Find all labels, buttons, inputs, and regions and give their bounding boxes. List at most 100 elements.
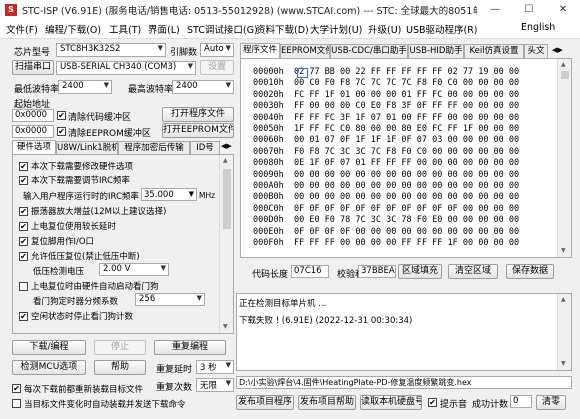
- scroll-thumb[interactable]: [561, 71, 569, 79]
- hex-bytes[interactable]: FF 00 00 00 C0 E0 F8 3F 0F FF FF 00 00 0…: [294, 101, 519, 111]
- menu-tools[interactable]: 工具(T): [109, 22, 141, 36]
- menu-english[interactable]: English: [521, 22, 555, 33]
- repeat-delay-select[interactable]: 3 秒 ▼: [196, 360, 234, 374]
- stop-button[interactable]: 停止: [94, 340, 146, 355]
- publish-project-button[interactable]: 发布项目程序: [236, 395, 294, 410]
- option-checkbox[interactable]: ✔: [19, 162, 28, 171]
- hex-row[interactable]: 000D0h 00 E0 F0 78 7C 3C 3C 78 F0 E0 00 …: [253, 215, 519, 226]
- scroll-up-icon[interactable]: ▲: [561, 296, 566, 303]
- hex-row[interactable]: 00040h FF FF FC 3F 1F 07 01 00 FF FF 00 …: [253, 113, 519, 124]
- hex-row[interactable]: 00060h 00 01 07 0F 1F 1F 1F 0F 07 03 00 …: [253, 135, 519, 146]
- tab-header-file[interactable]: 头文: [524, 44, 548, 58]
- read-disk-serial-button[interactable]: 读取本机硬盘号: [360, 395, 422, 410]
- hex-bytes[interactable]: 0F 0F 0F 0F 0F 0F 0F 0F 0F 0F 0F 00 00 0…: [294, 204, 519, 214]
- scroll-down-icon[interactable]: ▼: [223, 323, 228, 330]
- hex-bytes[interactable]: 1F FF FC C0 80 00 00 80 E0 FC FF 1F 00 0…: [294, 124, 519, 134]
- hex-row[interactable]: 000A0h 00 00 00 00 00 00 00 00 00 00 00 …: [253, 181, 519, 192]
- option-checkbox[interactable]: ✔: [19, 222, 28, 231]
- chip-select[interactable]: STC8H3K32S2 ▼: [56, 43, 166, 57]
- tab-usb-cdc[interactable]: USB-CDC/串口助手: [330, 44, 408, 58]
- tab-eeprom-file[interactable]: EEPROM文件: [280, 44, 330, 58]
- tab-keil-settings[interactable]: Keil仿真设置: [464, 44, 524, 58]
- hex-row[interactable]: 000B0h 00 00 00 00 00 00 00 00 00 00 00 …: [253, 192, 519, 203]
- hex-row[interactable]: 00020h FC FF 1F 01 00 00 00 01 FF FC 00 …: [253, 90, 519, 101]
- hex-bytes[interactable]: FF FF FC 3F 1F 07 01 00 FF FF 00 00 00 0…: [294, 113, 519, 123]
- publish-help-button[interactable]: 发布项目帮助: [298, 395, 356, 410]
- maximize-button[interactable]: ☐: [512, 0, 546, 20]
- file-path-field[interactable]: D:\小实验\焊台\4.固件\HeatingPlate-PD-修复温度频繁跳变.…: [236, 376, 572, 389]
- option-checkbox[interactable]: ✔: [19, 237, 28, 246]
- scroll-up-icon[interactable]: ▲: [561, 61, 566, 68]
- clear-code-checkbox[interactable]: ✔: [57, 111, 66, 120]
- hex-row[interactable]: 00030h FF 00 00 00 C0 E0 F8 3F 0F FF FF …: [253, 101, 519, 112]
- lvd-select[interactable]: 2.00 V ▼: [99, 263, 169, 276]
- hex-bytes[interactable]: 0E 1F 0F 07 01 FF FF FF 00 00 00 00 00 0…: [294, 158, 519, 168]
- hex-view[interactable]: 00000h 02 77 BB 00 22 FF FF FF FF FF 02 …: [240, 58, 572, 258]
- save-data-button[interactable]: 保存数据: [506, 264, 554, 279]
- tab-program-file[interactable]: 程序文件: [240, 43, 280, 58]
- irc-frequency-input[interactable]: 35.000 ▼: [141, 188, 197, 201]
- hex-row[interactable]: 00080h 0E 1F 0F 07 01 FF FF FF 00 00 00 …: [253, 158, 519, 169]
- hex-row[interactable]: 000F0h FF FF FF 00 00 00 00 FF FF FF 1F …: [253, 238, 519, 249]
- option-checkbox[interactable]: ✔: [19, 207, 28, 216]
- menu-debug[interactable]: STC调试接口(G): [187, 22, 258, 36]
- hex-bytes[interactable]: 0F 0F 0F 0F 00 00 00 00 00 00 00 00 00 0…: [294, 227, 519, 237]
- clear-eeprom-checkbox[interactable]: ✔: [57, 127, 66, 136]
- hex-bytes[interactable]: 02 77 BB 00 22 FF FF FF FF FF 02 77 19 0…: [294, 67, 519, 77]
- eeprom-addr-input[interactable]: 0x0000: [12, 125, 54, 138]
- scroll-up-icon[interactable]: ▲: [223, 157, 228, 164]
- hex-row[interactable]: 000C0h 0F 0F 0F 0F 0F 0F 0F 0F 0F 0F 0F …: [253, 204, 519, 215]
- reprogram-button[interactable]: 重复编程: [154, 340, 226, 355]
- tab-id[interactable]: ID号: [190, 141, 220, 155]
- tab-encrypted-transfer[interactable]: 程序加密后传输: [118, 141, 190, 155]
- tab-usb-hid[interactable]: USB-HID助手: [408, 44, 464, 58]
- clear-area-button[interactable]: 清空区域: [448, 264, 498, 279]
- option-checkbox[interactable]: ✔: [19, 176, 28, 185]
- beep-checkbox[interactable]: ✔: [428, 398, 437, 407]
- hex-bytes[interactable]: FC FF 1F 01 00 00 00 01 FF FC 00 00 00 0…: [294, 90, 519, 100]
- detect-mcu-button[interactable]: 检测MCU选项: [12, 360, 86, 375]
- port-select[interactable]: USB-SERIAL CH340 (COM3) ▼: [56, 61, 196, 75]
- option-checkbox[interactable]: ✔: [19, 252, 28, 261]
- hex-row[interactable]: 00090h 00 00 00 00 00 00 00 00 00 00 00 …: [253, 170, 519, 181]
- close-button[interactable]: ✕: [546, 0, 580, 20]
- wdt-select[interactable]: 256 ▼: [135, 293, 205, 306]
- fill-area-button[interactable]: 区域填充: [398, 264, 442, 279]
- settings-button[interactable]: 设置: [200, 60, 234, 75]
- min-baud-select[interactable]: 2400 ▼: [58, 80, 112, 94]
- menu-program[interactable]: 编程/下载(O): [45, 22, 101, 36]
- menu-interface[interactable]: 界面(L): [148, 22, 180, 36]
- reload-checkbox[interactable]: ✔: [12, 384, 21, 393]
- hex-bytes[interactable]: 00 00 00 00 00 00 00 00 00 00 00 00 00 0…: [294, 170, 519, 180]
- hex-bytes[interactable]: 00 E0 F0 78 7C 3C 3C 78 F0 E0 00 00 00 0…: [294, 215, 519, 225]
- scroll-down-icon[interactable]: ▼: [561, 360, 566, 367]
- help-button[interactable]: 帮助: [94, 360, 146, 375]
- download-button[interactable]: 下载/编程: [12, 340, 86, 355]
- hex-bytes[interactable]: 00 01 07 0F 1F 1F 1F 0F 07 03 00 00 00 0…: [294, 135, 519, 145]
- minimize-button[interactable]: —: [478, 0, 512, 20]
- pin-select[interactable]: Auto ▼: [200, 43, 234, 57]
- option-checkbox[interactable]: ✔: [19, 312, 28, 321]
- hex-bytes[interactable]: F0 F8 7C 3C 3C 7C F8 F0 C0 00 00 00 00 0…: [294, 147, 519, 157]
- scroll-thumb[interactable]: [223, 169, 231, 229]
- repeat-count-select[interactable]: 无限 ▼: [196, 378, 234, 392]
- open-program-button[interactable]: 打开程序文件: [162, 107, 234, 122]
- hex-bytes[interactable]: 00 00 00 00 00 00 00 00 00 00 00 00 00 0…: [294, 181, 519, 191]
- tab-scroll-arrows[interactable]: ◀▶: [221, 142, 232, 150]
- menu-file[interactable]: 文件(F): [6, 22, 38, 36]
- tab-scroll-arrows[interactable]: ◀▶: [552, 46, 563, 54]
- option-checkbox[interactable]: [19, 282, 28, 291]
- menu-upgrade[interactable]: 升级(U): [368, 22, 401, 36]
- hex-row[interactable]: 000E0h 0F 0F 0F 0F 00 00 00 00 00 00 00 …: [253, 227, 519, 238]
- hex-row[interactable]: 00000h 02 77 BB 00 22 FF FF FF FF FF 02 …: [253, 67, 519, 78]
- hex-scrollbar[interactable]: ▲ ▼: [557, 59, 571, 257]
- hex-bytes[interactable]: 00 00 00 00 00 00 00 00 00 00 00 00 00 0…: [294, 192, 519, 202]
- code-addr-input[interactable]: 0x0000: [12, 109, 54, 122]
- scan-port-button[interactable]: 扫描串口: [12, 60, 54, 75]
- max-baud-select[interactable]: 2400 ▼: [172, 80, 234, 94]
- hex-bytes[interactable]: FF FF FF 00 00 00 00 FF FF FF 1F 00 00 0…: [294, 238, 519, 248]
- tab-u8w-offline[interactable]: U8W/Link1脱机: [56, 141, 118, 155]
- open-eeprom-button[interactable]: 打开EEPROM文件: [162, 123, 234, 138]
- hex-row[interactable]: 00050h 1F FF FC C0 80 00 00 80 E0 FC FF …: [253, 124, 519, 135]
- menu-university[interactable]: 大学计划(U): [310, 22, 362, 36]
